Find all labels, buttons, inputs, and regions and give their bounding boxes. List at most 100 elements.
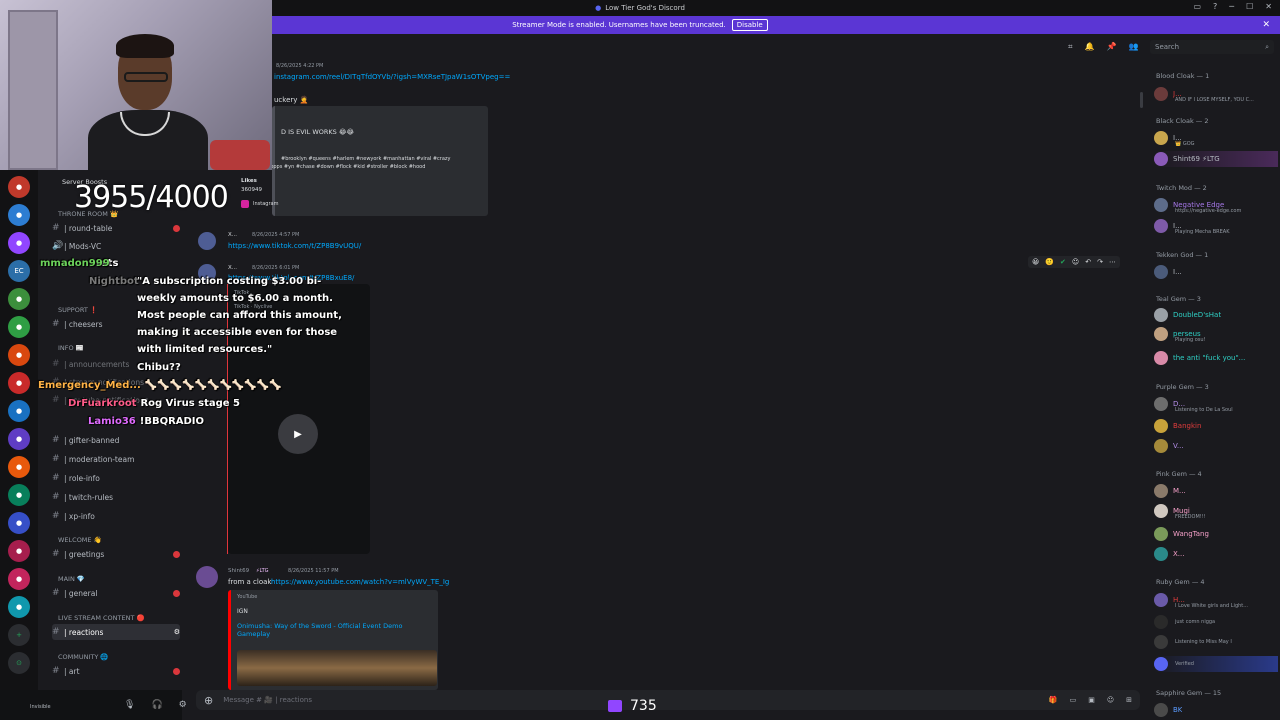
pin-icon[interactable]: 📌 bbox=[1106, 42, 1116, 52]
server-icon[interactable]: ● bbox=[8, 288, 30, 310]
member-item[interactable]: H... I Love White girls and Light... bbox=[1154, 592, 1278, 609]
reaction-icon[interactable]: 😀 bbox=[1032, 258, 1039, 266]
channel-round-table[interactable]: # | round-table bbox=[52, 220, 180, 236]
member-item[interactable]: WangTang bbox=[1154, 526, 1278, 542]
member-item[interactable]: Verified bbox=[1154, 656, 1278, 672]
search-input[interactable]: Search ⌕ bbox=[1150, 40, 1274, 54]
tiktok-embed[interactable]: TikTok TikTok · Nyclive ▶ bbox=[228, 284, 370, 554]
member-item[interactable]: perseus Playing osu! bbox=[1154, 326, 1278, 343]
check-icon[interactable]: ✔ bbox=[1060, 258, 1066, 266]
channel-general[interactable]: # | general bbox=[52, 585, 180, 601]
member-item[interactable]: Negative Edge https://negative-edge.com bbox=[1154, 197, 1278, 214]
message-author[interactable]: X... bbox=[228, 265, 237, 271]
message-composer[interactable]: ⊕ Message # 🎥 | reactions 🎁 ▭ ▣ ☺ ⊞ bbox=[196, 690, 1140, 710]
server-icon[interactable]: ● bbox=[8, 176, 30, 198]
server-icon[interactable]: ● bbox=[8, 344, 30, 366]
category-main[interactable]: MAIN 💎 bbox=[58, 575, 85, 583]
forward-icon[interactable]: ↷ bbox=[1097, 258, 1103, 266]
minimize-button[interactable]: ─ bbox=[1229, 2, 1234, 11]
member-item[interactable]: Listening to Miss May I bbox=[1154, 634, 1278, 650]
member-item[interactable]: M... bbox=[1154, 483, 1278, 499]
message-link[interactable]: https://www.youtube.com/watch?v=mlVyWV_T… bbox=[271, 578, 449, 586]
channel-greetings[interactable]: # | greetings bbox=[52, 546, 180, 562]
message-link[interactable]: instagram.com/reel/DITqTfdOYVb/?igsh=MXR… bbox=[274, 73, 510, 81]
gif-icon[interactable]: ▭ bbox=[1070, 696, 1077, 704]
channel-role-info[interactable]: # | role-info bbox=[52, 470, 180, 486]
server-icon[interactable]: ● bbox=[8, 540, 30, 562]
member-item[interactable]: I... Playing Mecha BREAK bbox=[1154, 218, 1278, 235]
settings-icon[interactable]: ⚙ bbox=[174, 628, 180, 636]
server-icon[interactable]: ● bbox=[8, 204, 30, 226]
avatar[interactable] bbox=[196, 566, 218, 588]
maximize-button[interactable]: ☐ bbox=[1246, 2, 1253, 11]
server-icon[interactable]: ● bbox=[8, 372, 30, 394]
threads-icon[interactable]: ⌗ bbox=[1068, 42, 1073, 52]
member-item[interactable]: I... bbox=[1154, 264, 1278, 280]
member-item[interactable]: Shint69 ⚡LTG bbox=[1154, 151, 1278, 167]
play-icon[interactable]: ▶ bbox=[278, 414, 318, 454]
server-icon[interactable]: ● bbox=[8, 484, 30, 506]
member-item[interactable]: DoubleD'sHat bbox=[1154, 307, 1278, 323]
server-icon[interactable]: EC bbox=[8, 260, 30, 282]
video-thumbnail[interactable] bbox=[237, 650, 437, 686]
member-item[interactable]: Bangkin bbox=[1154, 418, 1278, 434]
close-window-button[interactable]: ✕ bbox=[1265, 2, 1272, 11]
server-icon[interactable]: ● bbox=[8, 428, 30, 450]
settings-icon[interactable]: ⚙ bbox=[179, 700, 187, 710]
mic-icon[interactable]: 🎙 bbox=[124, 700, 135, 710]
inbox-icon[interactable]: ▭ bbox=[1193, 2, 1201, 11]
server-icon[interactable]: ● bbox=[8, 456, 30, 478]
member-item[interactable]: BK bbox=[1154, 702, 1278, 718]
apps-icon[interactable]: ⊞ bbox=[1126, 696, 1132, 704]
embed-author[interactable]: IGN bbox=[237, 608, 248, 615]
server-icon[interactable]: ● bbox=[8, 232, 30, 254]
add-attachment-icon[interactable]: ⊕ bbox=[204, 694, 213, 707]
member-item[interactable]: Mugi FREEDOM!!! bbox=[1154, 503, 1278, 520]
reaction-icon[interactable]: 🙂 bbox=[1045, 258, 1054, 266]
discover-icon[interactable]: ⊙ bbox=[8, 652, 30, 674]
member-item[interactable]: X... bbox=[1154, 546, 1278, 562]
channel-art[interactable]: # | art bbox=[52, 663, 180, 679]
category-support[interactable]: SUPPORT ❗ bbox=[58, 306, 98, 314]
close-icon[interactable]: ✕ bbox=[1262, 20, 1270, 30]
more-icon[interactable]: ⋯ bbox=[1109, 258, 1116, 266]
members-icon[interactable]: 👥 bbox=[1128, 42, 1138, 52]
member-item[interactable]: just comn nigga bbox=[1154, 614, 1278, 630]
add-reaction-icon[interactable]: ☺ bbox=[1072, 258, 1079, 266]
member-item[interactable]: D... Listening to De La Soul bbox=[1154, 396, 1278, 413]
channel-label: | gifter-banned bbox=[64, 435, 120, 445]
category-welcome[interactable]: WELCOME 👋 bbox=[58, 536, 102, 544]
reply-icon[interactable]: ↶ bbox=[1085, 258, 1091, 266]
gift-icon[interactable]: 🎁 bbox=[1049, 696, 1058, 704]
message-author[interactable]: Shint69 bbox=[228, 568, 249, 574]
headphones-icon[interactable]: 🎧 bbox=[151, 700, 162, 710]
add-server-icon[interactable]: + bbox=[8, 624, 30, 646]
member-item[interactable]: I... 👑 GOG bbox=[1154, 130, 1278, 147]
server-icon[interactable]: ● bbox=[8, 316, 30, 338]
notification-icon[interactable]: 🔔 bbox=[1085, 42, 1095, 52]
help-icon[interactable]: ? bbox=[1213, 2, 1217, 11]
member-item[interactable]: V... bbox=[1154, 438, 1278, 454]
server-icon[interactable]: ● bbox=[8, 596, 30, 618]
avatar[interactable] bbox=[198, 232, 216, 250]
server-icon[interactable]: ● bbox=[8, 568, 30, 590]
channel-gifter-banned[interactable]: # | gifter-banned bbox=[52, 432, 180, 448]
member-item[interactable]: the anti "fuck you"... bbox=[1154, 350, 1278, 366]
category-info[interactable]: INFO 📰 bbox=[58, 344, 84, 352]
channel-twitch-rules[interactable]: # | twitch-rules bbox=[52, 489, 180, 505]
emoji-icon[interactable]: ☺ bbox=[1107, 696, 1114, 704]
channel-moderation-team[interactable]: # | moderation-team bbox=[52, 451, 180, 467]
channel-xp-info[interactable]: # | xp-info bbox=[52, 508, 180, 524]
sticker-icon[interactable]: ▣ bbox=[1088, 696, 1095, 704]
embed-title[interactable]: Onimusha: Way of the Sword - Official Ev… bbox=[237, 622, 427, 638]
member-item[interactable]: J... AND IF I LOSE MYSELF, YOU C... bbox=[1154, 86, 1278, 103]
category-live-stream-content[interactable]: LIVE STREAM CONTENT 🔴 bbox=[58, 614, 145, 622]
server-icon[interactable]: ● bbox=[8, 512, 30, 534]
message-author[interactable]: X... bbox=[228, 232, 237, 238]
channel-mods-vc[interactable]: 🔊 | Mods-VC bbox=[52, 238, 180, 254]
server-icon[interactable]: ● bbox=[8, 400, 30, 422]
channel-reactions[interactable]: # | reactions ⚙ bbox=[52, 624, 180, 640]
disable-streamer-mode-button[interactable]: Disable bbox=[731, 19, 768, 31]
category-community[interactable]: COMMUNITY 🌐 bbox=[58, 653, 109, 661]
message-link[interactable]: https://www.tiktok.com/t/ZP8B9vUQU/ bbox=[228, 242, 361, 250]
